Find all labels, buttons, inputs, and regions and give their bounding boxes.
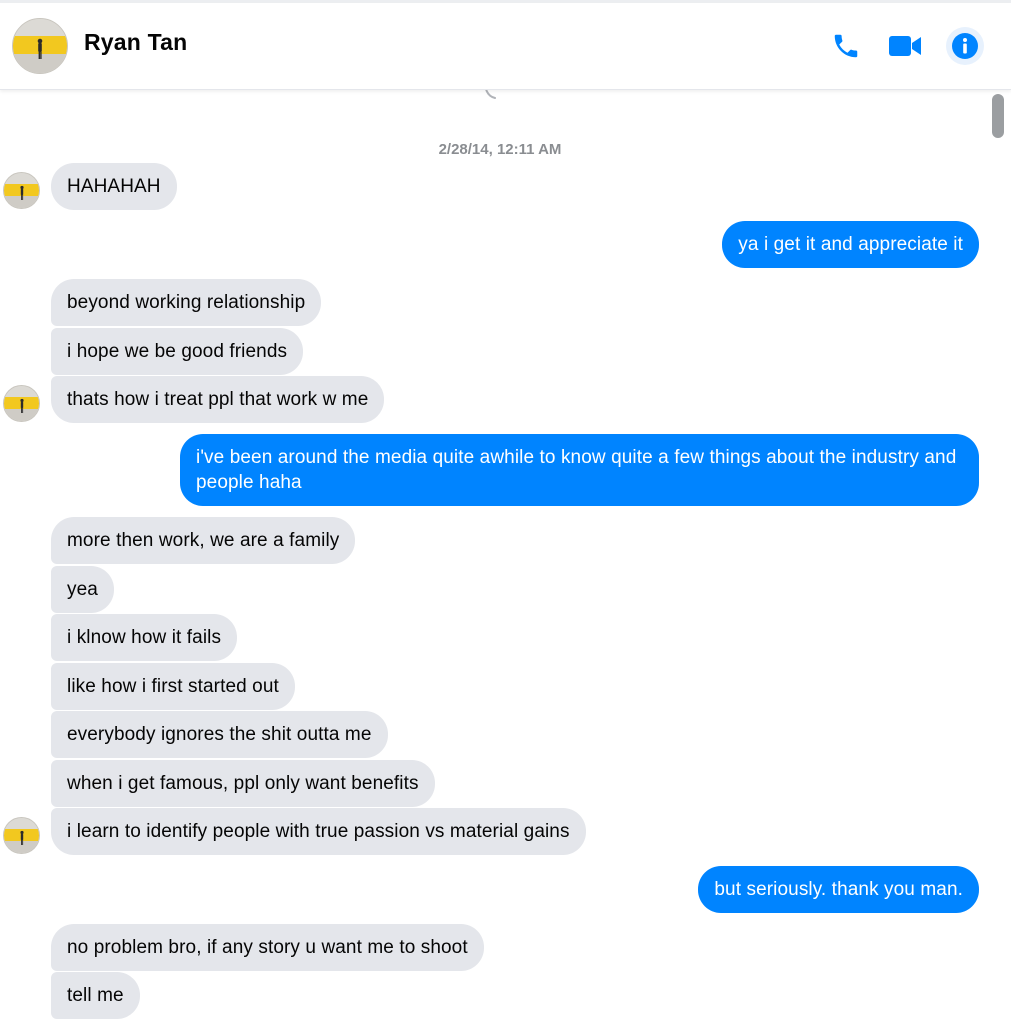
profile-photo-icon <box>4 386 39 421</box>
incoming-message[interactable]: tell me <box>51 972 140 1019</box>
conversation-info-button[interactable] <box>946 27 984 65</box>
incoming-message[interactable]: i klnow how it fails <box>51 614 238 661</box>
contact-name: Ryan Tan <box>84 29 188 55</box>
incoming-message[interactable]: no problem bro, if any story u want me t… <box>51 924 484 971</box>
incoming-message[interactable]: when i get famous, ppl only want benefit… <box>51 760 435 807</box>
profile-photo-icon <box>4 173 39 208</box>
incoming-message[interactable]: yea <box>51 566 114 613</box>
phone-icon <box>834 34 858 58</box>
info-icon <box>952 33 978 59</box>
message-timestamp: 2/28/14, 12:11 AM <box>438 141 562 158</box>
chat-header: Ryan Tan <box>0 3 1011 90</box>
outgoing-message[interactable]: ya i get it and appreciate it <box>722 221 979 268</box>
profile-photo-icon <box>13 19 67 73</box>
sender-avatar[interactable] <box>3 385 40 422</box>
video-call-button[interactable] <box>888 29 922 63</box>
video-camera-icon <box>889 36 921 56</box>
incoming-message[interactable]: i learn to identify people with true pas… <box>51 808 586 855</box>
loading-spinner-icon <box>485 90 496 99</box>
message-thread[interactable]: 2/28/14, 12:11 AM HAHAHAH ya i get it an… <box>0 90 1011 1024</box>
incoming-message[interactable]: like how i first started out <box>51 663 295 710</box>
outgoing-message[interactable]: i've been around the media quite awhile … <box>180 434 979 506</box>
sender-avatar[interactable] <box>3 817 40 854</box>
call-button[interactable] <box>829 29 863 63</box>
incoming-message[interactable]: HAHAHAH <box>51 163 177 210</box>
outgoing-message[interactable]: but seriously. thank you man. <box>698 866 979 913</box>
sender-avatar[interactable] <box>3 172 40 209</box>
profile-photo-icon <box>4 818 39 853</box>
contact-avatar[interactable] <box>12 18 68 74</box>
incoming-message[interactable]: beyond working relationship <box>51 279 322 326</box>
incoming-message[interactable]: i hope we be good friends <box>51 328 304 375</box>
incoming-message[interactable]: everybody ignores the shit outta me <box>51 711 388 758</box>
incoming-message[interactable]: thats how i treat ppl that work w me <box>51 376 385 423</box>
incoming-message[interactable]: more then work, we are a family <box>51 517 356 564</box>
scrollbar-thumb[interactable] <box>992 94 1004 138</box>
